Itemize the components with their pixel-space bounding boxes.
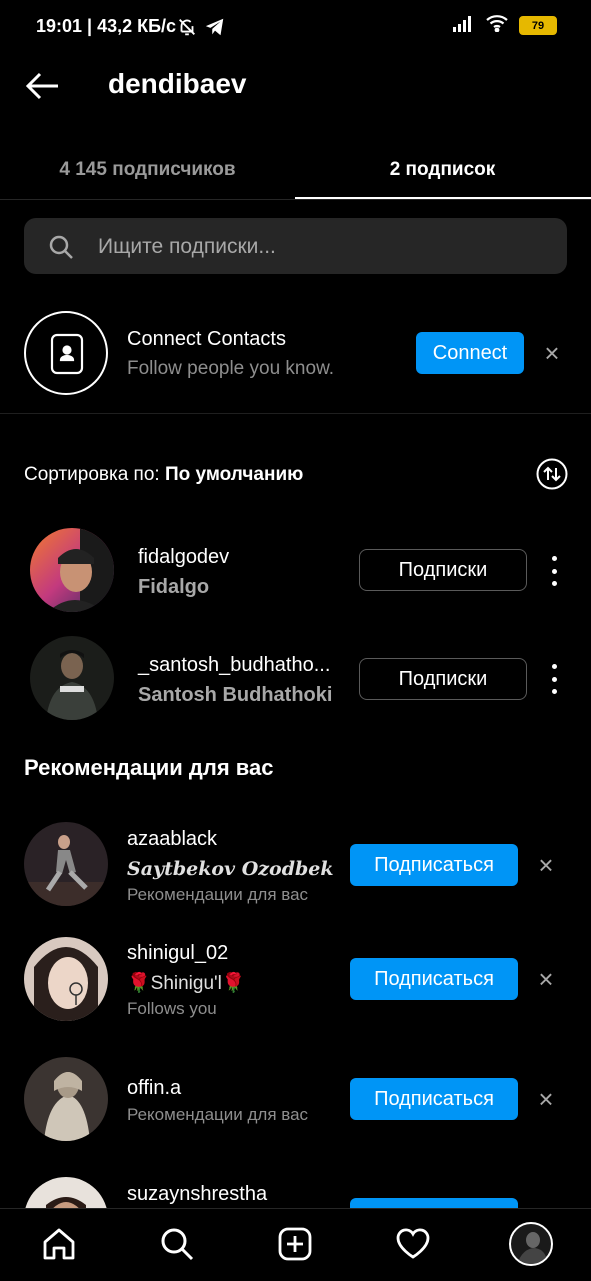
recommended-username[interactable]: shinigul_02 [127, 942, 228, 965]
avatar-photo [24, 937, 108, 1021]
battery-indicator: 79 [519, 16, 557, 35]
dismiss-suggestion-close-icon[interactable]: × [533, 852, 559, 878]
recommended-note: Рекомендации для вас [127, 885, 309, 904]
dismiss-suggestion-close-icon[interactable]: × [533, 1086, 559, 1112]
tab-following[interactable]: 2 подписок [295, 140, 590, 200]
connect-button[interactable]: Connect [416, 332, 524, 374]
following-status-button[interactable]: Подписки [359, 658, 527, 700]
status-bar: 19:01 | 43,2 КБ/с 79 [0, 0, 591, 56]
recommended-username[interactable]: offin.a [127, 1077, 181, 1100]
recommended-note: Follows you [127, 999, 217, 1018]
more-options-icon[interactable] [547, 556, 561, 586]
recommended-username[interactable]: suzaynshrestha [127, 1183, 267, 1206]
status-time-speed: 19:01 | 43,2 КБ/с [36, 16, 177, 36]
status-icons: 79 [453, 14, 557, 37]
avatar-photo [24, 822, 108, 906]
mute-icon [176, 16, 198, 43]
avatar-photo [30, 528, 114, 612]
connect-contacts-title: Connect Contacts [127, 328, 286, 350]
back-button[interactable] [24, 66, 64, 106]
follow-button[interactable]: Подписаться [350, 958, 518, 1000]
dismiss-suggestion-close-icon[interactable]: × [533, 966, 559, 992]
search-icon[interactable] [159, 1226, 195, 1262]
following-status-button[interactable]: Подписки [359, 549, 527, 591]
create-icon[interactable] [277, 1226, 313, 1262]
sort-label[interactable]: Сортировка по: По умолчанию [24, 464, 303, 486]
sort-value: По умолчанию [164, 464, 304, 485]
follow-button[interactable]: Подписаться [350, 844, 518, 886]
recommended-note: Рекомендации для вас [127, 1105, 309, 1124]
signal-icon [453, 14, 475, 37]
dismiss-connect-close-icon[interactable]: × [539, 340, 565, 366]
sort-toggle-icon[interactable] [536, 458, 568, 490]
following-username[interactable]: _santosh_budhatho... [138, 654, 330, 677]
section-divider [0, 413, 591, 414]
avatar[interactable] [30, 636, 114, 720]
contact-book-icon [50, 333, 84, 375]
home-icon[interactable] [41, 1226, 77, 1262]
tab-active-indicator [295, 197, 591, 199]
following-fullname: Fidalgo [138, 576, 210, 598]
avatar[interactable] [24, 822, 108, 906]
wifi-icon [485, 14, 509, 37]
connect-contacts-subtitle: Follow people you know. [127, 358, 335, 379]
avatar[interactable] [24, 1057, 108, 1141]
tab-followers[interactable]: 4 145 подписчиков [0, 140, 295, 200]
telegram-icon [204, 16, 226, 43]
search-icon [49, 235, 73, 259]
profile-avatar[interactable] [509, 1222, 553, 1266]
tab-divider [0, 199, 591, 200]
recommended-fullname: 🌹Shinigu'l🌹 [127, 973, 246, 994]
avatar[interactable] [24, 937, 108, 1021]
search-input[interactable] [96, 218, 540, 276]
avatar[interactable] [30, 528, 114, 612]
recommended-username[interactable]: azaablack [127, 828, 217, 851]
following-username[interactable]: fidalgodev [138, 546, 229, 569]
following-fullname: Santosh Budhathoki [138, 684, 333, 706]
more-options-icon[interactable] [547, 664, 561, 694]
contacts-icon-circle [24, 311, 108, 395]
sort-prefix: Сортировка по: [24, 464, 160, 485]
search-bar[interactable] [24, 218, 567, 276]
back-arrow-icon [25, 72, 58, 100]
follow-button[interactable]: Подписаться [350, 1078, 518, 1120]
page-title: dendibaev [108, 68, 247, 99]
recommended-fullname: Saytbekov Ozodbek [127, 858, 334, 880]
activity-heart-icon[interactable] [395, 1226, 431, 1262]
avatar-photo [30, 636, 114, 720]
profile-photo [517, 1232, 547, 1264]
avatar-photo [24, 1057, 108, 1141]
recommendations-heading: Рекомендации для вас [24, 755, 274, 780]
